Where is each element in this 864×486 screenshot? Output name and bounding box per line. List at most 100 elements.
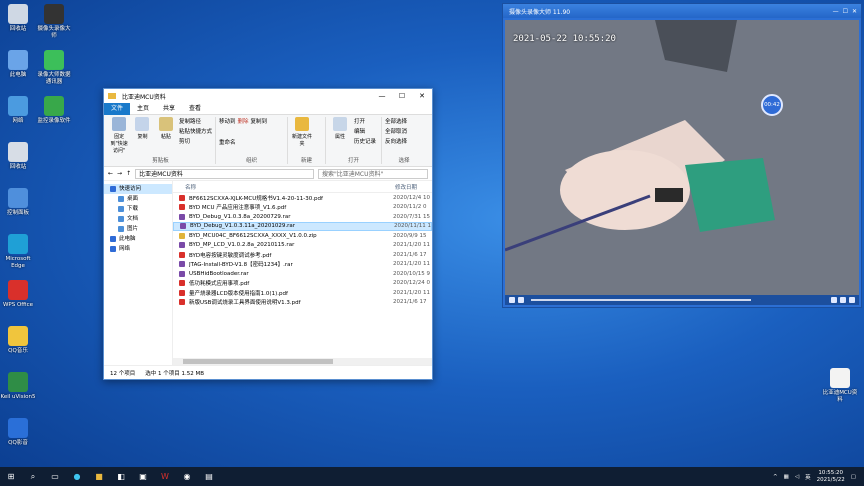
nav-item[interactable]: 此电脑: [104, 234, 172, 244]
minimize-button[interactable]: —: [372, 92, 392, 100]
explorer-titlebar: 比亚迪MCU资料 — ☐ ✕: [104, 89, 432, 103]
new-folder-button[interactable]: 新建文件夹: [291, 117, 313, 156]
close-button[interactable]: ✕: [852, 8, 857, 15]
desktop-icon[interactable]: 此电脑: [0, 50, 36, 79]
delete-button[interactable]: 删除: [238, 117, 249, 136]
desktop-icon[interactable]: 网络: [0, 96, 36, 125]
desktop-icon[interactable]: Keil uVision5: [0, 372, 36, 401]
select-none-button[interactable]: 全部取消: [385, 127, 407, 135]
select-all-button[interactable]: 全部选择: [385, 117, 407, 125]
input-language[interactable]: 英: [805, 473, 811, 481]
invert-selection-button[interactable]: 反向选择: [385, 137, 407, 145]
address-bar[interactable]: 比亚迪MCU资料: [135, 168, 314, 179]
properties-icon: [333, 117, 347, 131]
volume-icon[interactable]: ◁: [795, 474, 799, 480]
column-date[interactable]: 修改日期: [395, 183, 417, 191]
file-icon: [179, 299, 186, 306]
app-icon: [44, 4, 64, 24]
nav-item[interactable]: 桌面: [104, 194, 172, 204]
app-icon[interactable]: ▣: [134, 470, 152, 484]
maximize-button[interactable]: ☐: [392, 92, 412, 100]
store-icon[interactable]: ◧: [112, 470, 130, 484]
edit-button[interactable]: 编辑: [354, 127, 376, 135]
seek-bar[interactable]: [531, 299, 751, 301]
copy-to-button[interactable]: 复制到: [251, 117, 268, 136]
file-row[interactable]: USBHidBootloader.rar 2020/10/15 9: [173, 269, 432, 279]
up-arrow-icon[interactable]: ↑: [126, 170, 131, 177]
edge-icon[interactable]: ●: [68, 470, 86, 484]
horizontal-scrollbar[interactable]: [173, 358, 432, 365]
open-button[interactable]: 打开: [354, 117, 376, 125]
network-icon[interactable]: ▦: [784, 474, 789, 480]
file-row[interactable]: BYD电容按键灵敏度调试参考.pdf 2021/1/6 17: [173, 250, 432, 260]
task-view-icon[interactable]: ▭: [46, 470, 64, 484]
move-to-button[interactable]: 移动到: [219, 117, 236, 136]
chevron-up-icon[interactable]: ^: [773, 474, 778, 480]
file-icon: [179, 261, 186, 268]
start-icon[interactable]: ⊞: [2, 470, 20, 484]
file-row[interactable]: BYD_Debug_V1.0.3.8a_20200729.rar 2020/7/3…: [173, 212, 432, 222]
history-button[interactable]: 历史记录: [354, 137, 376, 145]
nav-item[interactable]: 图片: [104, 224, 172, 234]
file-row[interactable]: BYD MCU 产品应用注意事项_V1.6.pdf 2020/11/2 0: [173, 203, 432, 213]
notification-icon[interactable]: ▢: [851, 474, 856, 480]
nav-item[interactable]: 快速访问: [104, 184, 173, 194]
file-row[interactable]: BYD_Debug_V1.0.3.11a_20201029.rar 2020/11…: [173, 221, 432, 231]
camera-timestamp: 2021-05-22 10:55:20: [513, 34, 616, 44]
file-name: BYD_MCU04C_BF6612SCXXA_XXXX_V1.0.0.zip: [189, 232, 317, 239]
desktop-icon[interactable]: 回收站: [0, 4, 36, 33]
properties-button[interactable]: 属性: [329, 117, 351, 156]
paste-button[interactable]: 粘贴: [156, 117, 176, 156]
file-row[interactable]: 新版USB调试烧录工具界面使用说明V1.3.pdf 2021/1/6 17: [173, 298, 432, 308]
back-arrow-icon[interactable]: ←: [108, 170, 113, 177]
file-row[interactable]: 低功耗模式应用事项.pdf 2020/12/24 0: [173, 279, 432, 289]
desktop-icon[interactable]: 回收站: [0, 142, 36, 171]
desktop-icon[interactable]: QQ影音: [0, 418, 36, 447]
file-row[interactable]: BYD_MCU04C_BF6612SCXXA_XXXX_V1.0.0.zip 20…: [173, 231, 432, 241]
minimize-button[interactable]: —: [833, 8, 839, 15]
file-row[interactable]: BF6612SCXXA-XJLK-MCU规格书V1.4-20-11-30.pdf…: [173, 193, 432, 203]
tab-share[interactable]: 共享: [156, 103, 182, 115]
tab-home[interactable]: 主页: [130, 103, 156, 115]
forward-arrow-icon[interactable]: →: [117, 170, 122, 177]
cut-button[interactable]: 剪切: [179, 137, 212, 145]
tab-view[interactable]: 查看: [182, 103, 208, 115]
app2-icon[interactable]: ▤: [200, 470, 218, 484]
rename-button[interactable]: 重命名: [219, 138, 236, 157]
pin-quick-access-button[interactable]: 固定到"快速访问": [109, 117, 129, 156]
wps-icon[interactable]: W: [156, 470, 174, 484]
maximize-button[interactable]: ☐: [843, 8, 848, 15]
file-row[interactable]: JTAG-Install-BYD-V1.8【密码1234】.rar 2021/1/…: [173, 260, 432, 270]
tab-file[interactable]: 文件: [104, 102, 131, 115]
file-row[interactable]: 量产烧录器LCD版本使用指南1.0(1).pdf 2021/1/20 11: [173, 288, 432, 298]
desktop-icon[interactable]: 摄像头录像大师: [36, 4, 72, 40]
settings-icon[interactable]: [840, 297, 846, 303]
fullscreen-icon[interactable]: [849, 297, 855, 303]
nav-item[interactable]: 下载: [104, 204, 172, 214]
camera-app-icon[interactable]: ◉: [178, 470, 196, 484]
desktop-icon[interactable]: 录像大师数据通讯器: [36, 50, 72, 86]
nav-item[interactable]: 网络: [104, 244, 172, 254]
search-input[interactable]: 搜索"比亚迪MCU资料": [318, 168, 428, 179]
recording-timer[interactable]: 00:42: [761, 94, 783, 116]
file-explorer-icon[interactable]: ■: [90, 470, 108, 484]
desktop-icon[interactable]: WPS Office: [0, 280, 36, 309]
desktop-icon[interactable]: QQ音乐: [0, 326, 36, 355]
close-button[interactable]: ✕: [412, 92, 432, 100]
clock[interactable]: 10:55:20 2021/5/22: [817, 470, 845, 484]
copy-path-button[interactable]: 复制路径: [179, 117, 212, 125]
file-row[interactable]: BYD_MP_LCD_V1.0.2.8a_20210115.rar 2021/1/…: [173, 241, 432, 251]
snapshot-icon[interactable]: [831, 297, 837, 303]
play-icon[interactable]: [518, 297, 524, 303]
copy-button[interactable]: 复制: [132, 117, 152, 156]
desktop-icon[interactable]: Microsoft Edge: [0, 234, 36, 270]
nav-item[interactable]: 文档: [104, 214, 172, 224]
stop-icon[interactable]: [509, 297, 515, 303]
camera-titlebar: 摄像头录像大师 11.90 — ☐ ✕: [503, 4, 861, 18]
desktop-folder[interactable]: 比亚迪MCU资料: [820, 368, 860, 404]
paste-shortcut-button[interactable]: 粘贴快捷方式: [179, 127, 212, 135]
desktop-icon[interactable]: 控制面板: [0, 188, 36, 217]
search-icon[interactable]: ⌕: [24, 470, 42, 484]
desktop-icon[interactable]: 监控录像软件: [36, 96, 72, 125]
column-name[interactable]: 名称: [173, 183, 395, 191]
